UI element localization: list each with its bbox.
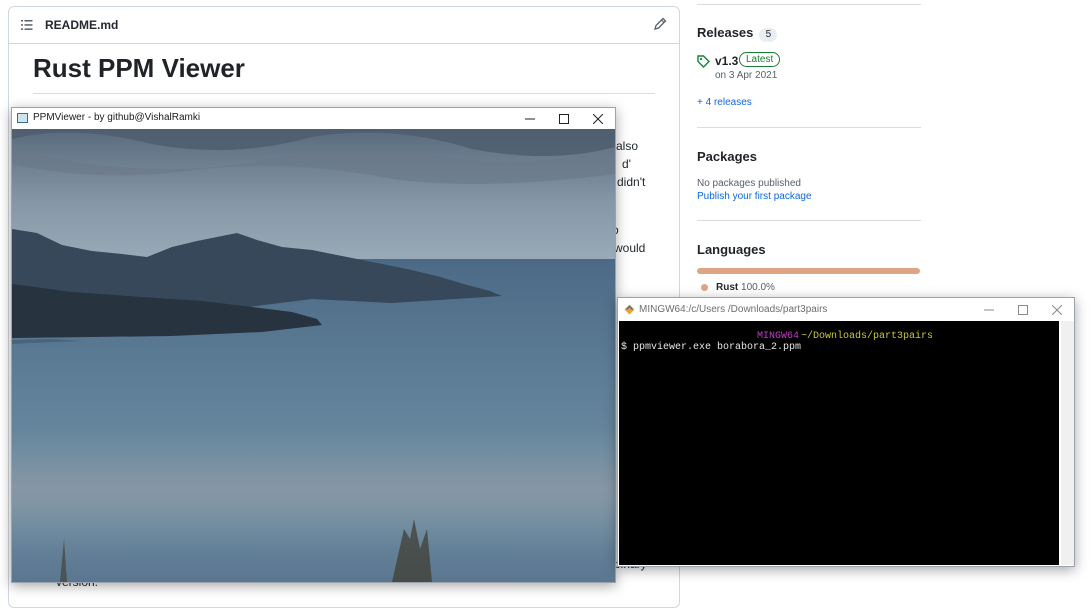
language-name: Rust: [716, 282, 739, 293]
terminal-maximize-button[interactable]: [1006, 298, 1040, 321]
language-item-rust[interactable]: Rust 100.0%: [716, 282, 775, 293]
readme-title: Rust PPM Viewer: [33, 53, 245, 83]
terminal-minimize-button[interactable]: [972, 298, 1006, 321]
languages-heading: Languages: [697, 242, 766, 257]
maximize-icon: [559, 113, 569, 124]
readme-filename: README.md: [45, 18, 119, 32]
maximize-icon: [1018, 304, 1028, 315]
close-icon: [593, 113, 603, 124]
more-releases-link[interactable]: + 4 releases: [697, 97, 752, 108]
prompt-path: ~/Downloads/part3pairs: [801, 331, 934, 342]
terminal-close-button[interactable]: [1040, 298, 1074, 321]
latest-badge: Latest: [739, 52, 781, 67]
terminal-titlebar[interactable]: MINGW64:/c/Users /Downloads/part3pairs: [618, 298, 1074, 321]
viewer-titlebar[interactable]: PPMViewer - by github@VishalRamki: [12, 108, 615, 129]
ppm-image-view: [12, 129, 615, 582]
minimize-button[interactable]: [513, 108, 547, 129]
readme-header: README.md: [9, 7, 679, 44]
app-icon: [17, 113, 28, 123]
terminal-output[interactable]: MINGW64 ~/Downloads/part3pairs $ ppmview…: [619, 321, 1059, 565]
git-bash-icon: [624, 304, 635, 315]
ppm-viewer-window[interactable]: PPMViewer - by github@VishalRamki: [11, 107, 616, 583]
sidebar-divider: [697, 4, 921, 5]
language-percent: 100.0%: [741, 282, 775, 293]
list-icon[interactable]: [21, 19, 33, 31]
readme-text-fragment: didn't: [617, 175, 646, 189]
minimize-icon: [984, 309, 994, 310]
title-divider: [33, 93, 655, 94]
command-line: $ ppmviewer.exe borabora_2.ppm: [621, 342, 802, 353]
readme-text-fragment: would: [614, 241, 646, 255]
close-button[interactable]: [581, 108, 615, 129]
no-packages-text: No packages published: [697, 178, 801, 189]
latest-release-version[interactable]: v1.3: [715, 54, 738, 68]
terminal-scrollbar[interactable]: [1061, 321, 1074, 565]
terminal-window[interactable]: MINGW64:/c/Users /Downloads/part3pairs M…: [617, 297, 1075, 567]
minimize-icon: [525, 118, 535, 119]
pencil-icon[interactable]: [653, 17, 667, 31]
close-icon: [1052, 304, 1062, 315]
packages-heading[interactable]: Packages: [697, 149, 757, 164]
sidebar-divider: [697, 220, 921, 221]
release-date: on 3 Apr 2021: [715, 70, 778, 81]
terminal-window-title: MINGW64:/c/Users /Downloads/part3pairs: [639, 304, 828, 315]
language-color-dot: [701, 284, 708, 291]
prompt-system: MINGW64: [757, 331, 800, 342]
sidebar-divider: [697, 127, 921, 128]
language-bar: [697, 268, 920, 274]
releases-heading-text: Releases: [697, 25, 754, 40]
viewer-window-title: PPMViewer - by github@VishalRamki: [33, 112, 201, 123]
tag-icon: [697, 55, 710, 68]
releases-heading[interactable]: Releases 5: [697, 25, 778, 42]
releases-count: 5: [759, 28, 778, 42]
readme-text-fragment: d': [622, 157, 631, 171]
maximize-button[interactable]: [547, 108, 581, 129]
publish-package-link[interactable]: Publish your first package: [697, 191, 812, 202]
